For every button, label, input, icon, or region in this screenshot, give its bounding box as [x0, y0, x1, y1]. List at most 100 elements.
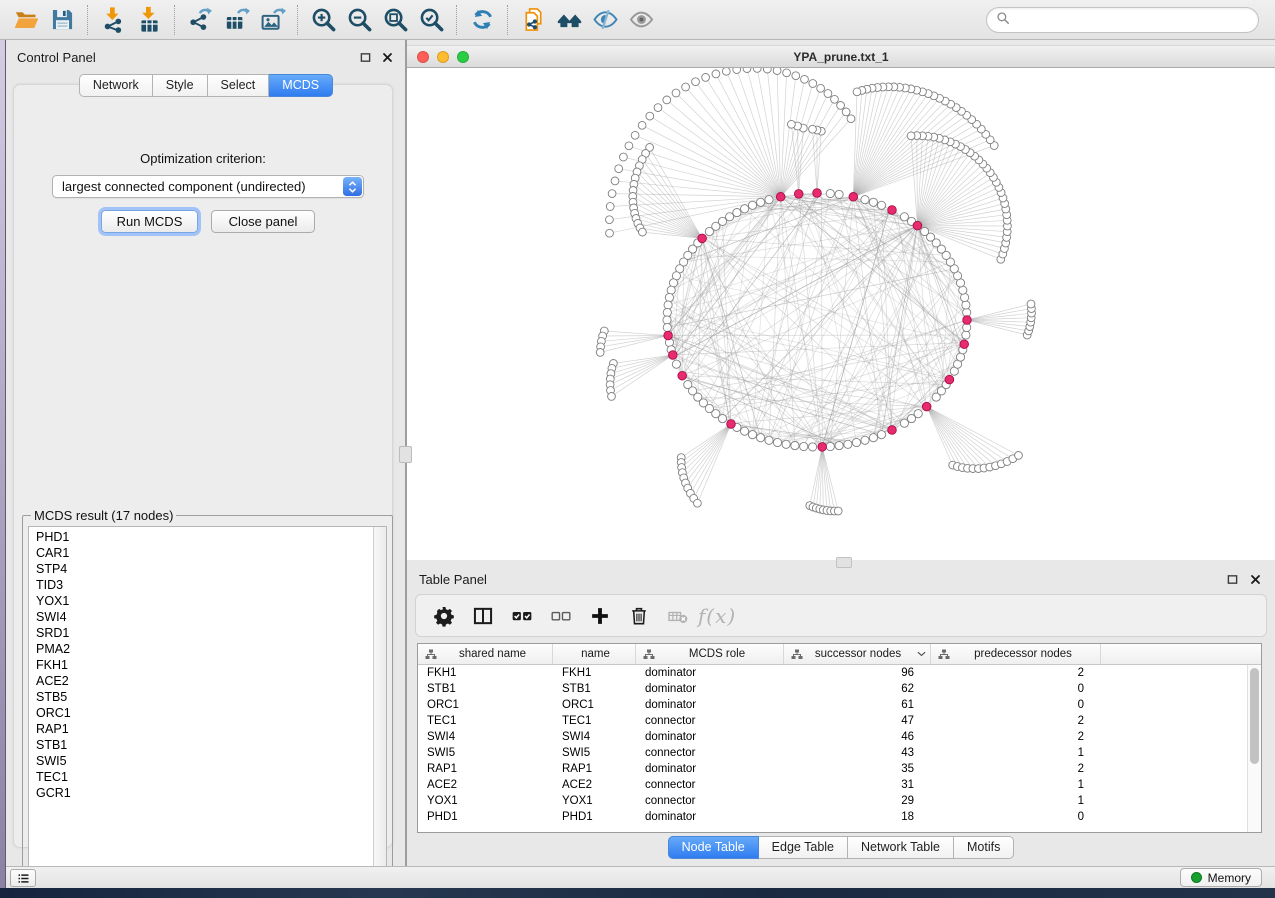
- mcds-result-item[interactable]: FKH1: [29, 657, 372, 673]
- table-row[interactable]: TEC1TEC1connector472: [418, 713, 1247, 729]
- column-header-name[interactable]: name: [553, 644, 636, 664]
- search-icon: [996, 11, 1010, 30]
- cell-role: connector: [636, 795, 784, 807]
- tab-select[interactable]: Select: [208, 74, 270, 97]
- horizontal-splitter-grip[interactable]: [836, 557, 852, 568]
- close-panel-icon[interactable]: [379, 50, 395, 64]
- cell-role: dominator: [636, 763, 784, 775]
- table-row[interactable]: STB1STB1dominator620: [418, 681, 1247, 697]
- column-header-role[interactable]: MCDS role: [636, 644, 784, 664]
- column-label: successor nodes: [803, 648, 913, 660]
- mcds-result-item[interactable]: PMA2: [29, 641, 372, 657]
- export-table-icon[interactable]: [218, 3, 254, 37]
- zoom-in-icon[interactable]: [305, 3, 341, 37]
- cell-role: connector: [636, 779, 784, 791]
- mcds-result-item[interactable]: STP4: [29, 561, 372, 577]
- export-image-icon[interactable]: [254, 3, 290, 37]
- toolbar-separator: [87, 5, 88, 35]
- search-input[interactable]: [1010, 10, 1258, 30]
- import-network-from-file-icon[interactable]: [95, 3, 131, 37]
- zoom-out-icon[interactable]: [341, 3, 377, 37]
- table-options-gear-icon[interactable]: [432, 604, 456, 628]
- optimization-criterion-select[interactable]: largest connected component (undirected): [52, 175, 364, 198]
- mcds-result-item[interactable]: GCR1: [29, 785, 372, 801]
- float-table-panel-icon[interactable]: [1224, 572, 1240, 586]
- open-session-icon[interactable]: [8, 3, 44, 37]
- mcds-result-item[interactable]: CAR1: [29, 545, 372, 561]
- memory-button[interactable]: Memory: [1180, 868, 1262, 887]
- tab-mcds[interactable]: MCDS: [269, 74, 333, 97]
- network-graph-canvas[interactable]: [407, 68, 1275, 560]
- table-scrollbar-thumb[interactable]: [1250, 668, 1259, 764]
- mcds-result-item[interactable]: STB1: [29, 737, 372, 753]
- new-network-from-selection-icon[interactable]: [515, 3, 551, 37]
- hide-selected-icon[interactable]: [587, 3, 623, 37]
- deselect-all-checkbox-icon[interactable]: [549, 604, 573, 628]
- show-columns-icon[interactable]: [471, 604, 495, 628]
- mcds-list-scrollbar[interactable]: [373, 527, 386, 876]
- run-mcds-button[interactable]: Run MCDS: [101, 210, 198, 233]
- mcds-result-item[interactable]: SRD1: [29, 625, 372, 641]
- mcds-result-item[interactable]: RAP1: [29, 721, 372, 737]
- refresh-view-icon[interactable]: [464, 3, 500, 37]
- mcds-result-item[interactable]: STB5: [29, 689, 372, 705]
- table-row[interactable]: FKH1FKH1dominator962: [418, 665, 1247, 681]
- zoom-fit-content-icon[interactable]: [377, 3, 413, 37]
- zoom-selected-icon[interactable]: [413, 3, 449, 37]
- control-panel-header: Control Panel: [7, 46, 405, 68]
- delete-columns-icon[interactable]: [627, 604, 651, 628]
- tab-node-table[interactable]: Node Table: [668, 836, 759, 859]
- table-toolbar: f(x): [415, 594, 1267, 637]
- mcds-result-item[interactable]: SWI5: [29, 753, 372, 769]
- tab-network-table[interactable]: Network Table: [848, 836, 954, 859]
- cell-predecessors: 1: [931, 795, 1101, 807]
- save-session-icon[interactable]: [44, 3, 80, 37]
- mcds-result-title: MCDS result (17 nodes): [31, 508, 176, 523]
- mcds-result-item[interactable]: TID3: [29, 577, 372, 593]
- close-table-panel-icon[interactable]: [1247, 572, 1263, 586]
- column-header-predecessors[interactable]: predecessor nodes: [931, 644, 1101, 664]
- table-panel-title: Table Panel: [419, 572, 487, 587]
- column-header-successors[interactable]: successor nodes: [784, 644, 931, 664]
- desktop-edge-bottom: [0, 888, 1275, 898]
- cell-role: dominator: [636, 811, 784, 823]
- mcds-result-item[interactable]: TEC1: [29, 769, 372, 785]
- table-row[interactable]: ACE2ACE2connector311: [418, 777, 1247, 793]
- table-row[interactable]: YOX1YOX1connector291: [418, 793, 1247, 809]
- table-row[interactable]: SWI5SWI5connector431: [418, 745, 1247, 761]
- mcds-result-item[interactable]: YOX1: [29, 593, 372, 609]
- cell-successors: 35: [784, 763, 931, 775]
- mcds-result-item[interactable]: ORC1: [29, 705, 372, 721]
- attribute-tree-icon: [938, 649, 950, 660]
- close-mcds-panel-button[interactable]: Close panel: [211, 210, 315, 233]
- float-panel-icon[interactable]: [357, 50, 373, 64]
- column-header-shared_name[interactable]: shared name: [418, 644, 553, 664]
- table-row[interactable]: RAP1RAP1dominator352: [418, 761, 1247, 777]
- create-new-column-icon[interactable]: [588, 604, 612, 628]
- mcds-result-item[interactable]: SWI4: [29, 609, 372, 625]
- tab-edge-table[interactable]: Edge Table: [759, 836, 848, 859]
- import-table-from-file-icon[interactable]: [131, 3, 167, 37]
- search-box: [986, 7, 1259, 33]
- mcds-result-item[interactable]: ACE2: [29, 673, 372, 689]
- vertical-splitter-grip[interactable]: [399, 446, 412, 463]
- table-scrollbar[interactable]: [1247, 665, 1261, 832]
- table-row[interactable]: SWI4SWI4dominator462: [418, 729, 1247, 745]
- export-network-icon[interactable]: [182, 3, 218, 37]
- cell-name: PHD1: [553, 811, 636, 823]
- tab-style[interactable]: Style: [153, 74, 208, 97]
- task-history-button[interactable]: [10, 869, 36, 887]
- cell-name: ACE2: [553, 779, 636, 791]
- first-neighbors-icon[interactable]: [551, 3, 587, 37]
- mcds-result-item[interactable]: PHD1: [29, 529, 372, 545]
- table-row[interactable]: ORC1ORC1dominator610: [418, 697, 1247, 713]
- table-row[interactable]: PHD1PHD1dominator180: [418, 809, 1247, 825]
- sort-chevron-icon: [913, 651, 926, 657]
- cell-name: TEC1: [553, 715, 636, 727]
- tab-motifs[interactable]: Motifs: [954, 836, 1014, 859]
- column-label: name: [560, 648, 631, 660]
- table-panel-tabs: Node TableEdge TableNetwork TableMotifs: [407, 836, 1275, 859]
- cell-name: FKH1: [553, 667, 636, 679]
- select-all-checkbox-icon[interactable]: [510, 604, 534, 628]
- tab-network[interactable]: Network: [79, 74, 153, 97]
